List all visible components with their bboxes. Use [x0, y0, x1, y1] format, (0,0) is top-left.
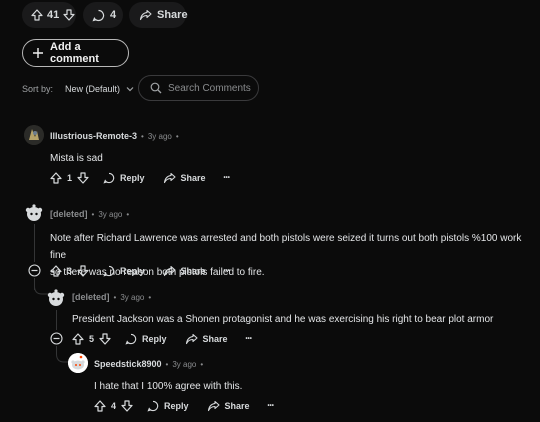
avatar [24, 203, 44, 223]
comment-header: [deleted] • 3y ago • [72, 292, 151, 302]
avatar [46, 288, 66, 308]
meta-separator: • [91, 209, 95, 219]
upvote-icon[interactable] [50, 172, 62, 184]
comment-time[interactable]: 3y ago [172, 360, 196, 369]
share-label: Share [157, 9, 188, 21]
more-options-button[interactable]: ••• [224, 175, 230, 181]
share-button[interactable]: Share [163, 265, 206, 277]
comments-count: 4 [110, 9, 117, 21]
avatar[interactable] [68, 353, 88, 373]
sort-dropdown[interactable]: New (Default) [65, 84, 134, 94]
comment-body: I hate that I 100% agree with this. [94, 381, 243, 392]
share-icon [185, 333, 198, 345]
comment-score: 3 [67, 266, 73, 276]
comment-body: Mista is sad [50, 153, 103, 164]
reply-button[interactable]: Reply [103, 265, 145, 277]
downvote-icon[interactable] [77, 172, 89, 184]
downvote-icon[interactable] [77, 265, 89, 277]
comment-author: [deleted] [50, 209, 88, 219]
meta-separator: • [148, 292, 152, 302]
reply-label: Reply [120, 266, 145, 276]
chevron-down-icon [126, 86, 134, 92]
comment-score: 1 [67, 173, 73, 183]
more-options-button[interactable]: ••• [268, 403, 274, 409]
share-icon [207, 400, 220, 412]
comment-header: [deleted] • 3y ago • [50, 209, 129, 219]
share-button[interactable]: Share [207, 400, 250, 412]
share-button[interactable]: Share [129, 2, 188, 28]
add-comment-button[interactable]: Add a comment [22, 39, 129, 67]
comments-button[interactable]: 4 [83, 2, 123, 28]
downvote-icon[interactable] [121, 400, 133, 412]
collapse-thread-icon[interactable] [50, 332, 63, 345]
share-button[interactable]: Share [163, 172, 206, 184]
upvote-icon[interactable] [50, 265, 62, 277]
comment-actions: 1 Reply Share ••• [50, 172, 230, 184]
downvote-icon[interactable] [99, 333, 111, 345]
share-label: Share [180, 266, 206, 276]
comment-header: Speedstick8900 • 3y ago • [94, 359, 203, 369]
meta-separator: • [113, 292, 117, 302]
collapse-thread-icon[interactable] [28, 264, 41, 277]
downvote-icon[interactable] [63, 9, 75, 21]
post-score: 41 [47, 9, 60, 21]
thread-line [34, 224, 35, 262]
upvote-icon[interactable] [72, 333, 84, 345]
comment-bubble-icon [125, 333, 137, 345]
meta-separator: • [165, 359, 169, 369]
reply-label: Reply [142, 334, 167, 344]
comment-header: Illustrious-Remote-3 • 3y ago • [50, 131, 179, 141]
comment-bubble-icon [92, 9, 105, 22]
reply-label: Reply [164, 401, 189, 411]
share-icon [139, 9, 152, 21]
search-comments-input[interactable]: Search Comments [138, 75, 259, 101]
share-label: Share [224, 401, 250, 411]
share-label: Share [202, 334, 228, 344]
comment-bubble-icon [103, 265, 115, 277]
share-icon [163, 265, 176, 277]
sort-label: Sort by: [22, 84, 54, 94]
upvote-icon[interactable] [31, 9, 43, 21]
sort-value: New (Default) [65, 84, 121, 94]
comment-actions: 5 Reply Share ••• [72, 333, 252, 345]
vote-pill: 41 [22, 2, 76, 28]
search-icon [150, 82, 162, 94]
comment-body-line: Note after Richard Lawrence was arrested… [50, 233, 522, 261]
add-comment-label: Add a comment [50, 41, 99, 65]
comment-time[interactable]: 3y ago [148, 132, 172, 141]
reply-button[interactable]: Reply [103, 172, 145, 184]
comment-time[interactable]: 3y ago [98, 210, 122, 219]
comment-actions: 3 Reply Share ••• [50, 265, 230, 277]
search-placeholder: Search Comments [168, 82, 251, 94]
comment-bubble-icon [103, 172, 115, 184]
comment-score: 5 [89, 334, 95, 344]
thread-line [56, 310, 57, 330]
sort-bar: Sort by: New (Default) [22, 84, 134, 94]
share-label: Share [180, 173, 206, 183]
comment-score: 4 [111, 401, 117, 411]
plus-icon [32, 47, 44, 59]
share-icon [163, 172, 176, 184]
comment-author[interactable]: Illustrious-Remote-3 [50, 131, 137, 141]
share-button[interactable]: Share [185, 333, 228, 345]
meta-separator: • [175, 131, 179, 141]
comment-author: [deleted] [72, 292, 110, 302]
comment-author[interactable]: Speedstick8900 [94, 359, 162, 369]
reply-button[interactable]: Reply [147, 400, 189, 412]
reply-button[interactable]: Reply [125, 333, 167, 345]
comment-actions: 4 Reply Share ••• [94, 400, 274, 412]
comment-time[interactable]: 3y ago [120, 293, 144, 302]
comment-bubble-icon [147, 400, 159, 412]
avatar[interactable] [24, 125, 44, 145]
comment-body: President Jackson was a Shonen protagoni… [72, 314, 494, 325]
more-options-button[interactable]: ••• [246, 336, 252, 342]
upvote-icon[interactable] [94, 400, 106, 412]
meta-separator: • [126, 209, 130, 219]
meta-separator: • [141, 131, 144, 141]
meta-separator: • [200, 359, 204, 369]
more-options-button[interactable]: ••• [224, 268, 230, 274]
reply-label: Reply [120, 173, 145, 183]
